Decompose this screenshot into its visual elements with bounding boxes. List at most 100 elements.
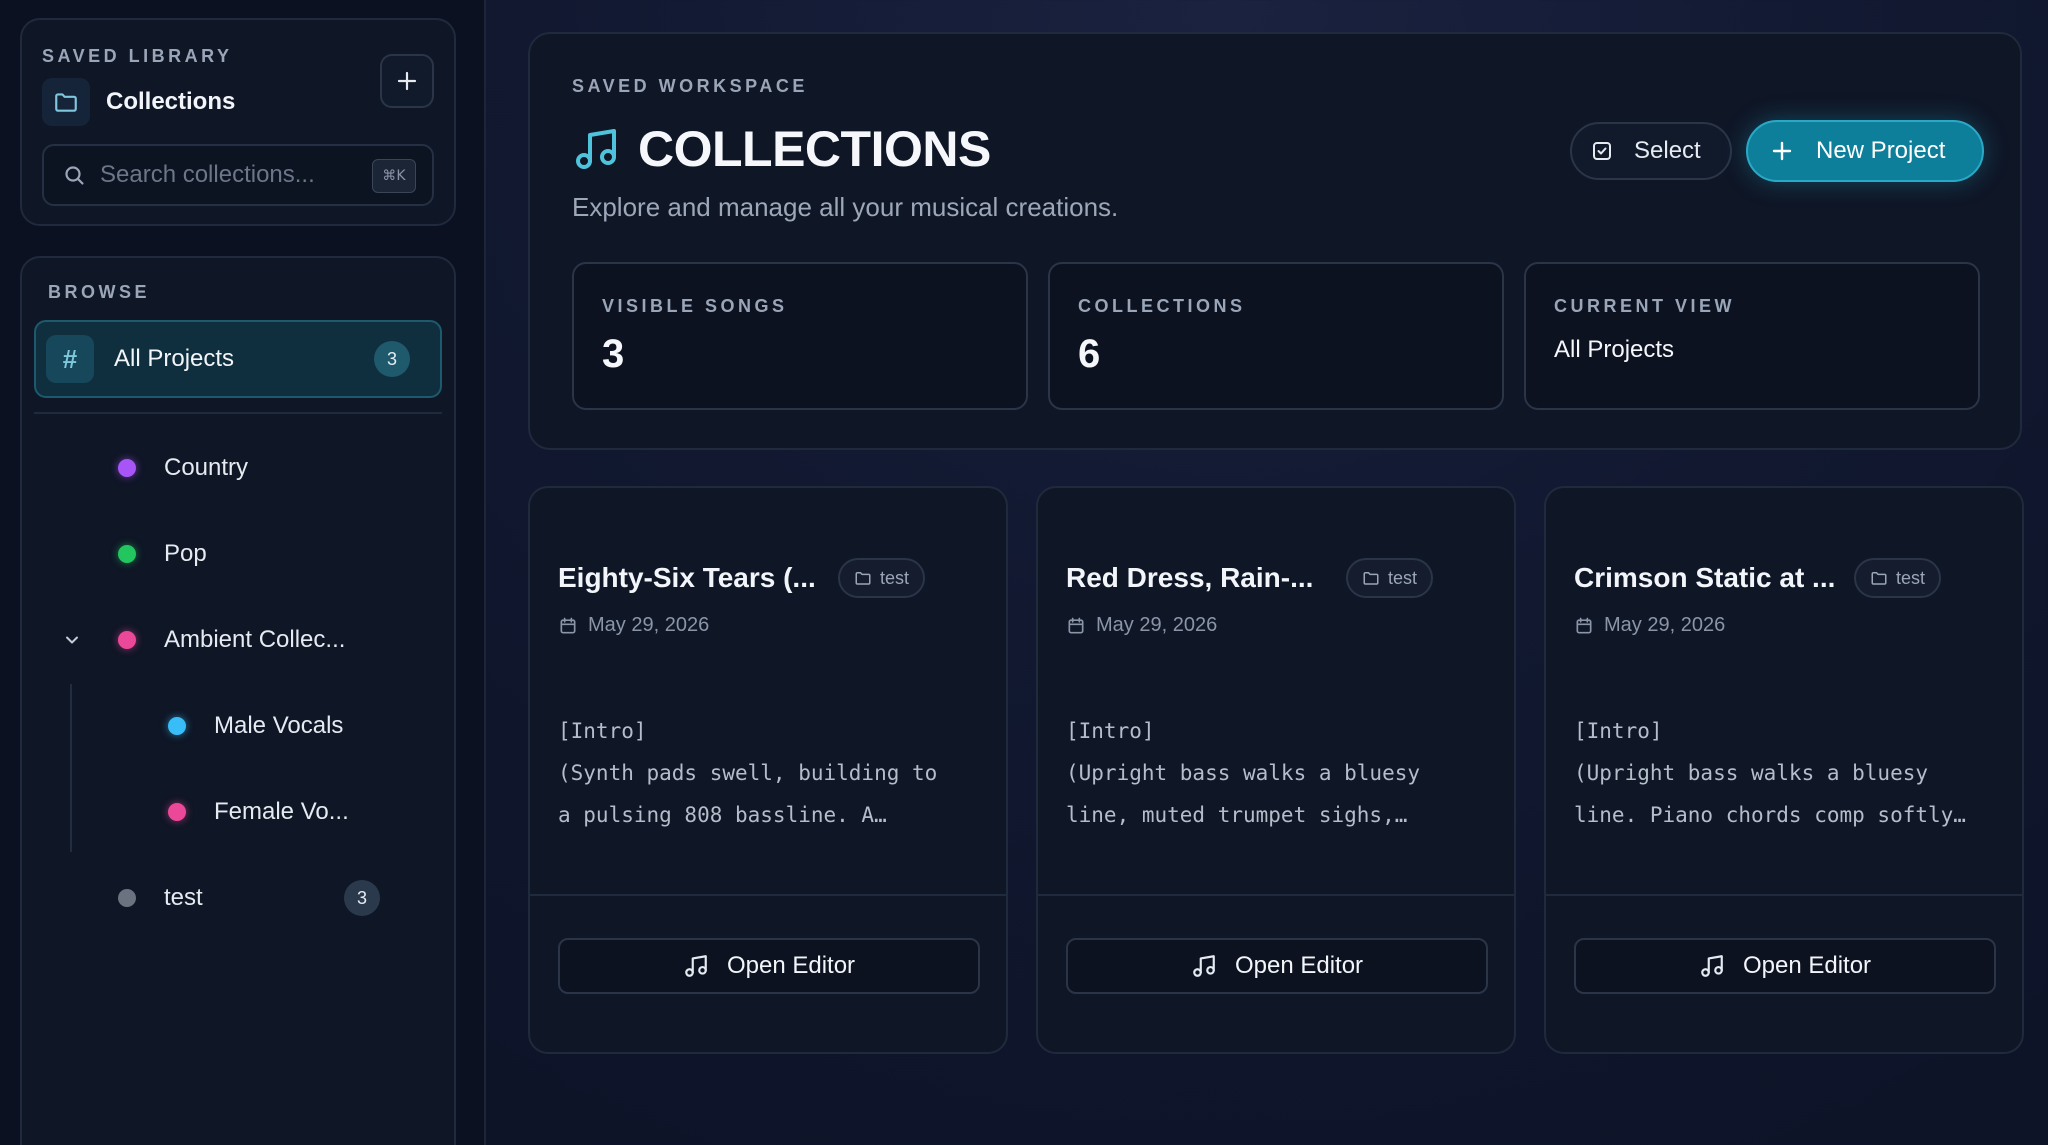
sidebar: SAVED LIBRARY Collections ⌘K BROWSE # Al… [0, 0, 486, 1145]
browse-panel: BROWSE # All Projects 3 Country Pop Ambi… [20, 256, 456, 1145]
stat-value: 3 [602, 332, 625, 376]
workspace-eyebrow: SAVED WORKSPACE [572, 76, 808, 96]
stat-label: COLLECTIONS [1078, 296, 1246, 316]
plus-icon [1772, 141, 1792, 161]
calendar-icon [560, 617, 576, 633]
tag-label: test [1896, 567, 1926, 588]
count-badge: 3 [374, 341, 410, 377]
workspace-header: SAVED WORKSPACE COLLECTIONS Explore and … [528, 32, 2022, 450]
collection-tag[interactable]: test [1854, 558, 1942, 598]
select-label: Select [1634, 137, 1701, 164]
select-button[interactable]: Select [1570, 122, 1732, 180]
stat-label: VISIBLE SONGS [602, 296, 788, 316]
music-note-icon [685, 955, 707, 977]
page-title: COLLECTIONS [638, 121, 991, 177]
music-note-icon [1193, 955, 1215, 977]
lyrics-preview: [Intro] (Upright bass walks a bluesy lin… [1574, 719, 1966, 827]
color-dot [118, 545, 136, 563]
open-editor-label: Open Editor [1742, 952, 1872, 979]
date-text: May 29, 2026 [1604, 614, 1726, 636]
open-editor-button[interactable]: Open Editor [558, 938, 980, 994]
hash-icon: # [46, 335, 94, 383]
stat-visible-songs: VISIBLE SONGS 3 [572, 262, 1028, 410]
open-editor-button[interactable]: Open Editor [1066, 938, 1488, 994]
tag-label: test [1388, 567, 1418, 588]
new-project-button[interactable]: New Project [1746, 120, 1984, 182]
sidebar-item-country[interactable]: Country [118, 448, 248, 488]
open-editor-button[interactable]: Open Editor [1574, 938, 1996, 994]
shortcut-badge: ⌘K [372, 159, 416, 193]
open-editor-label: Open Editor [726, 952, 856, 979]
stat-label: CURRENT VIEW [1554, 296, 1735, 316]
plus-icon [397, 71, 417, 91]
card-date: May 29, 2026 [1066, 614, 1217, 637]
add-collection-button[interactable] [380, 54, 434, 108]
sidebar-item-label: Female Vo... [214, 798, 349, 825]
color-dot [118, 631, 136, 649]
sidebar-item-male-vocals[interactable]: Male Vocals [168, 706, 343, 746]
sidebar-item-label: test [164, 884, 203, 911]
card-date: May 29, 2026 [558, 614, 709, 637]
lyrics-preview: [Intro] (Synth pads swell, building to a… [558, 719, 938, 827]
browse-eyebrow: BROWSE [48, 282, 150, 302]
library-eyebrow: SAVED LIBRARY [42, 46, 233, 66]
library-title: Collections [106, 88, 236, 115]
count-badge: 3 [344, 880, 380, 916]
folder-icon [42, 78, 90, 126]
calendar-icon [1576, 617, 1592, 633]
date-text: May 29, 2026 [1096, 614, 1218, 636]
stat-collections: COLLECTIONS 6 [1048, 262, 1504, 410]
stat-current-view: CURRENT VIEW All Projects [1524, 262, 1980, 410]
sidebar-item-label: Pop [164, 540, 207, 567]
sidebar-item-test[interactable]: test 3 [118, 878, 380, 918]
card-title: Red Dress, Rain-... [1066, 562, 1314, 593]
color-dot [168, 717, 186, 735]
search-box[interactable]: ⌘K [42, 144, 434, 206]
sidebar-item-female-vocals[interactable]: Female Vo... [168, 792, 349, 832]
divider [1546, 894, 2022, 896]
library-title-row: Collections [42, 78, 235, 126]
tag-label: test [880, 567, 910, 588]
sidebar-item-all-projects[interactable]: # All Projects 3 [34, 320, 442, 398]
search-icon [65, 166, 84, 185]
open-editor-label: Open Editor [1234, 952, 1364, 979]
checkbox-icon [1593, 142, 1611, 160]
color-dot [118, 459, 136, 477]
divider [1038, 894, 1514, 896]
divider [530, 894, 1006, 896]
collection-tag[interactable]: test [1346, 558, 1434, 598]
color-dot [168, 803, 186, 821]
calendar-icon [1068, 617, 1084, 633]
project-card[interactable]: Eighty-Six Tears (... test May 29, 2026 … [528, 486, 1008, 1054]
search-input[interactable] [100, 161, 350, 189]
lyrics-preview: [Intro] (Upright bass walks a bluesy lin… [1066, 719, 1421, 827]
new-project-label: New Project [1816, 137, 1946, 164]
tree-guide-line [70, 684, 72, 852]
card-date: May 29, 2026 [1574, 614, 1725, 637]
sidebar-item-label: Male Vocals [214, 712, 344, 739]
folder-icon [855, 572, 871, 585]
library-panel: SAVED LIBRARY Collections ⌘K [20, 18, 456, 226]
sidebar-item-label: Ambient Collec... [164, 626, 346, 653]
music-note-icon [1701, 955, 1723, 977]
collection-tag[interactable]: test [838, 558, 926, 598]
folder-icon [1363, 572, 1379, 585]
folder-icon [1871, 572, 1887, 585]
project-card[interactable]: Red Dress, Rain-... test May 29, 2026 [I… [1036, 486, 1516, 1054]
card-title: Eighty-Six Tears (... [558, 562, 816, 593]
title-row: COLLECTIONS [572, 120, 991, 178]
card-title: Crimson Static at ... [1574, 562, 1836, 593]
divider [34, 412, 442, 414]
sidebar-item-label: Country [164, 454, 249, 481]
page-subtitle: Explore and manage all your musical crea… [572, 192, 1119, 222]
stat-value: 6 [1078, 332, 1101, 376]
sidebar-item-ambient-collection[interactable]: Ambient Collec... [118, 620, 345, 660]
date-text: May 29, 2026 [588, 614, 710, 636]
chevron-down-icon[interactable] [62, 630, 82, 650]
music-note-icon [576, 129, 616, 169]
sidebar-item-label: All Projects [114, 345, 235, 372]
color-dot [118, 889, 136, 907]
stat-value: All Projects [1554, 336, 1675, 363]
sidebar-item-pop[interactable]: Pop [118, 534, 207, 574]
project-card[interactable]: Crimson Static at ... test May 29, 2026 … [1544, 486, 2024, 1054]
